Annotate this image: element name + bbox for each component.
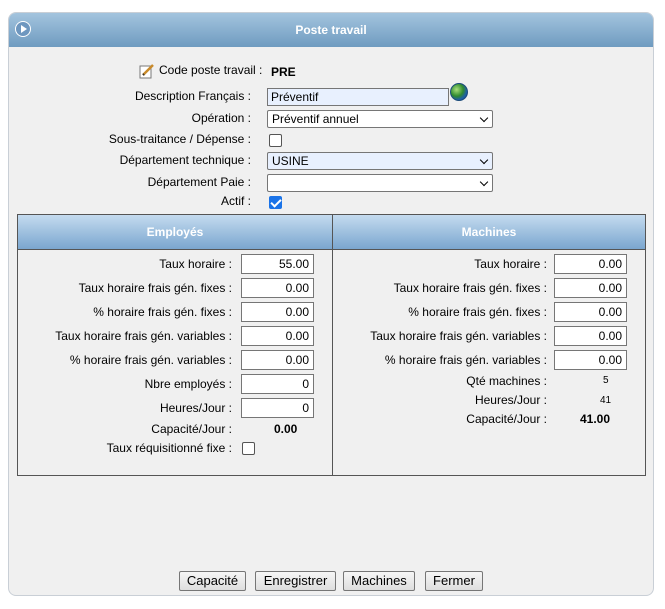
dept-technique-selected-value: USINE xyxy=(272,154,309,168)
window-titlebar: Poste travail xyxy=(9,13,653,47)
mach-pct-variables-label: % horaire frais gén. variables : xyxy=(384,353,547,367)
emp-heures-jour-label: Heures/Jour : xyxy=(159,401,232,415)
mach-taux-horaire-label: Taux horaire : xyxy=(474,257,547,271)
mach-pct-variables-input[interactable]: 0.00 xyxy=(554,350,627,370)
mach-taux-fixes-input[interactable]: 0.00 xyxy=(554,278,627,298)
emp-taux-horaire-label: Taux horaire : xyxy=(159,257,232,271)
emp-nbre-employes-input[interactable]: 0 xyxy=(241,374,314,394)
actif-label: Actif : xyxy=(220,194,251,208)
expand-arrow-icon[interactable] xyxy=(15,21,31,37)
emp-nbre-employes-label: Nbre employés : xyxy=(144,377,232,391)
capacite-button[interactable]: Capacité xyxy=(179,571,246,591)
mach-taux-variables-label: Taux horaire frais gén. variables : xyxy=(370,329,547,343)
code-label: Code poste travail : xyxy=(159,63,263,77)
mach-heures-jour-label: Heures/Jour : xyxy=(474,393,547,407)
mach-taux-horaire-input[interactable]: 0.00 xyxy=(554,254,627,274)
emp-pct-fixes-label: % horaire frais gén. fixes : xyxy=(93,305,232,319)
emp-taux-variables-label: Taux horaire frais gén. variables : xyxy=(55,329,232,343)
sous-traitance-label: Sous-traitance / Dépense : xyxy=(108,132,251,146)
mach-heures-jour-value: 41 xyxy=(600,395,612,406)
dept-technique-label: Département technique : xyxy=(119,153,251,167)
dept-paie-select[interactable] xyxy=(267,174,493,192)
mach-pct-fixes-label: % horaire frais gén. fixes : xyxy=(408,305,547,319)
mach-qte-machines-value: 5 xyxy=(603,375,609,386)
mach-pct-fixes-input[interactable]: 0.00 xyxy=(554,302,627,322)
dept-paie-label: Département Paie : xyxy=(147,175,251,189)
actif-checkbox[interactable] xyxy=(269,196,282,209)
emp-taux-requisitionne-checkbox[interactable] xyxy=(242,442,255,455)
window-title: Poste travail xyxy=(295,23,367,37)
employes-panel-header: Employés xyxy=(18,215,332,250)
emp-pct-variables-label: % horaire frais gén. variables : xyxy=(69,353,232,367)
chevron-down-icon xyxy=(479,177,489,187)
emp-taux-requisitionne-label: Taux réquisitionné fixe : xyxy=(106,441,232,455)
emp-taux-variables-input[interactable]: 0.00 xyxy=(241,326,314,346)
poste-travail-window: Poste travail Code poste travail : PRE D… xyxy=(8,12,654,596)
emp-taux-fixes-label: Taux horaire frais gén. fixes : xyxy=(78,281,232,295)
emp-heures-jour-input[interactable]: 0 xyxy=(241,398,314,418)
description-input[interactable] xyxy=(267,88,449,106)
operation-select[interactable]: Préventif annuel xyxy=(267,110,493,128)
emp-taux-horaire-input[interactable]: 55.00 xyxy=(241,254,314,274)
chevron-down-icon xyxy=(479,155,489,165)
emp-taux-fixes-input[interactable]: 0.00 xyxy=(241,278,314,298)
mach-qte-machines-label: Qté machines : xyxy=(466,374,547,388)
mach-capacite-jour-value: 41.00 xyxy=(580,412,611,426)
enregistrer-button[interactable]: Enregistrer xyxy=(255,571,336,591)
emp-pct-fixes-input[interactable]: 0.00 xyxy=(241,302,314,322)
mach-taux-variables-input[interactable]: 0.00 xyxy=(554,326,627,346)
emp-pct-variables-input[interactable]: 0.00 xyxy=(241,350,314,370)
operation-label: Opération : xyxy=(191,111,251,125)
dept-technique-select[interactable]: USINE xyxy=(267,152,493,170)
fermer-button[interactable]: Fermer xyxy=(425,571,483,591)
employes-panel: Employés Taux horaire : 55.00 Taux horai… xyxy=(17,214,333,476)
emp-capacite-jour-label: Capacité/Jour : xyxy=(151,422,232,436)
mach-capacite-jour-label: Capacité/Jour : xyxy=(466,412,547,426)
code-value: PRE xyxy=(271,65,296,79)
operation-selected-value: Préventif annuel xyxy=(272,112,359,126)
machines-panel-header: Machines xyxy=(333,215,645,250)
mach-taux-fixes-label: Taux horaire frais gén. fixes : xyxy=(393,281,547,295)
globe-translate-icon[interactable] xyxy=(450,83,468,101)
sous-traitance-checkbox[interactable] xyxy=(269,134,282,147)
machines-panel: Machines Taux horaire : 0.00 Taux horair… xyxy=(332,214,646,476)
edit-pencil-icon xyxy=(139,64,154,79)
machines-button[interactable]: Machines xyxy=(343,571,415,591)
description-label: Description Français : xyxy=(134,89,251,103)
emp-capacite-jour-value: 0.00 xyxy=(274,422,298,436)
chevron-down-icon xyxy=(479,113,489,123)
